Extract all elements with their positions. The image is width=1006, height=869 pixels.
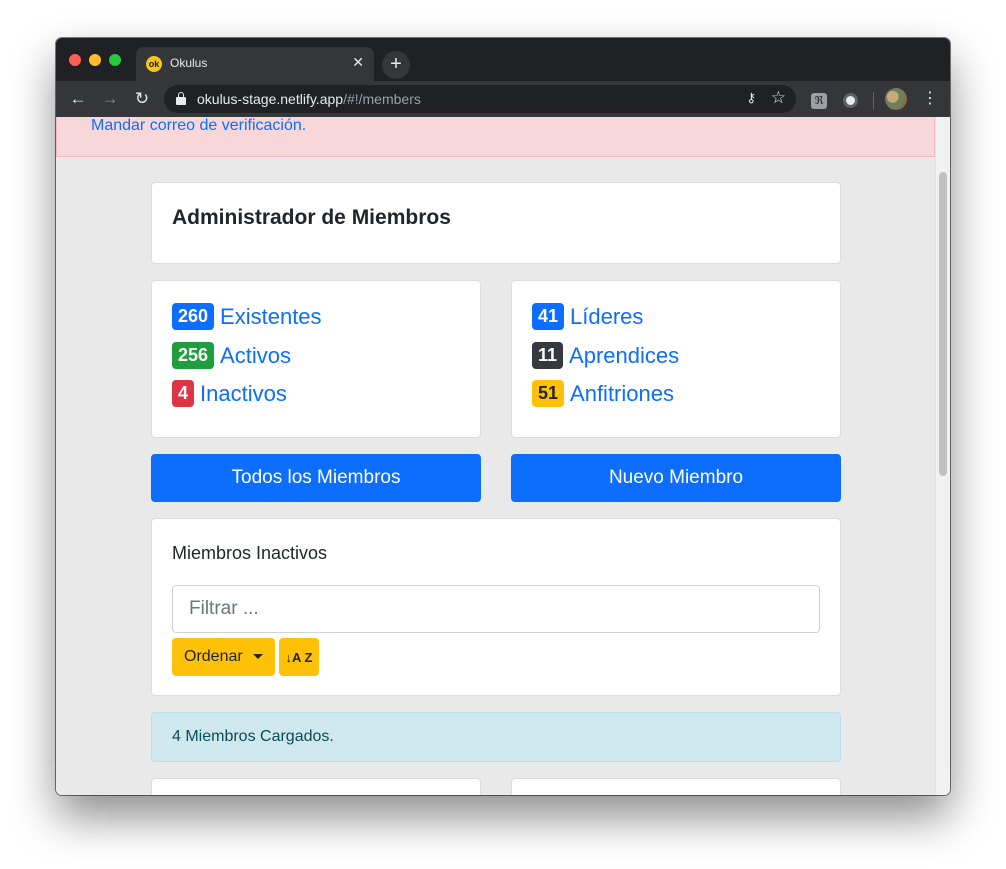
hosts-link[interactable]: Anfitriones — [570, 381, 674, 407]
browser-tab[interactable]: ok Okulus ✕ — [136, 47, 374, 81]
filter-card: Miembros Inactivos Ordenar ↓A Z — [151, 518, 841, 696]
extension-icon[interactable]: ℜ — [811, 93, 827, 109]
active-link[interactable]: Activos — [220, 343, 291, 369]
leaders-link[interactable]: Líderes — [570, 304, 643, 330]
count-badge: 4 — [172, 380, 195, 407]
order-dropdown-button[interactable]: Ordenar — [172, 638, 275, 676]
window-maximize-button[interactable] — [109, 54, 121, 66]
toolbar-divider — [873, 92, 874, 110]
stat-active[interactable]: 256 Activos — [172, 342, 291, 369]
stat-leaders[interactable]: 41 Líderes — [532, 303, 643, 330]
loaded-count-text: 4 Miembros Cargados. — [172, 728, 334, 745]
send-verification-email-link[interactable]: Mandar correo de verificación. — [91, 117, 306, 135]
new-member-button[interactable]: Nuevo Miembro — [511, 454, 841, 502]
page-title-card: Administrador de Miembros — [151, 182, 841, 264]
page-title: Administrador de Miembros — [172, 206, 451, 229]
stats-card-status: 260 Existentes 256 Activos 4 Inactivos — [151, 280, 481, 438]
apprentices-link[interactable]: Aprendices — [569, 343, 679, 369]
existing-link[interactable]: Existentes — [220, 304, 322, 330]
back-arrow-icon[interactable]: ← — [66, 87, 90, 111]
browser-toolbar: ← → ↻ okulus-stage.netlify.app/#!/member… — [56, 81, 950, 117]
new-tab-button[interactable]: + — [382, 51, 410, 79]
lock-icon[interactable] — [176, 92, 186, 105]
count-badge: 256 — [172, 342, 215, 369]
caret-down-icon — [253, 654, 263, 659]
page-viewport: Mandar correo de verificación. Administr… — [56, 117, 950, 795]
url-text[interactable]: okulus-stage.netlify.app/#!/members — [197, 91, 421, 107]
scrollbar-thumb[interactable] — [939, 172, 947, 476]
page-scrollbar[interactable] — [935, 117, 950, 795]
window-minimize-button[interactable] — [89, 54, 101, 66]
profile-avatar[interactable] — [885, 88, 907, 110]
okulus-favicon-icon: ok — [146, 56, 162, 72]
bookmark-star-icon[interactable]: ☆ — [771, 88, 786, 108]
member-card[interactable] — [511, 778, 841, 795]
count-badge: 11 — [532, 342, 564, 369]
reload-icon[interactable]: ↻ — [130, 87, 154, 111]
extension-circle-icon[interactable] — [843, 93, 858, 108]
filter-input[interactable] — [172, 585, 820, 633]
kebab-menu-icon[interactable]: ⋮ — [922, 88, 938, 110]
inactive-link[interactable]: Inactivos — [200, 381, 287, 407]
all-members-button[interactable]: Todos los Miembros — [151, 454, 481, 502]
count-badge: 41 — [532, 303, 565, 330]
section-title: Miembros Inactivos — [172, 543, 328, 563]
stat-existing[interactable]: 260 Existentes — [172, 303, 322, 330]
count-badge: 51 — [532, 380, 565, 407]
key-icon[interactable]: ⚷ — [746, 90, 756, 106]
count-badge: 260 — [172, 303, 215, 330]
forward-arrow-icon[interactable]: → — [98, 87, 122, 111]
address-bar[interactable]: okulus-stage.netlify.app/#!/members ⚷ ☆ — [164, 85, 796, 113]
stat-inactive[interactable]: 4 Inactivos — [172, 380, 287, 407]
stat-apprentices[interactable]: 11 Aprendices — [532, 342, 679, 369]
order-label: Ordenar — [184, 648, 243, 665]
loaded-members-alert: 4 Miembros Cargados. — [151, 712, 841, 762]
stats-card-roles: 41 Líderes 11 Aprendices 51 Anfitriones — [511, 280, 841, 438]
window-close-button[interactable] — [69, 54, 81, 66]
tab-close-icon[interactable]: ✕ — [352, 54, 364, 71]
sort-alpha-down-icon: ↓A Z — [285, 649, 313, 665]
verification-alert: Mandar correo de verificación. — [56, 117, 935, 157]
tab-title: Okulus — [170, 56, 208, 70]
sort-direction-button[interactable]: ↓A Z — [279, 638, 319, 676]
browser-window: ok Okulus ✕ + ← → ↻ okulus-stage.netlify… — [56, 38, 950, 795]
member-card[interactable] — [151, 778, 481, 795]
tab-bar: ok Okulus ✕ + — [56, 38, 950, 81]
stat-hosts[interactable]: 51 Anfitriones — [532, 380, 674, 407]
